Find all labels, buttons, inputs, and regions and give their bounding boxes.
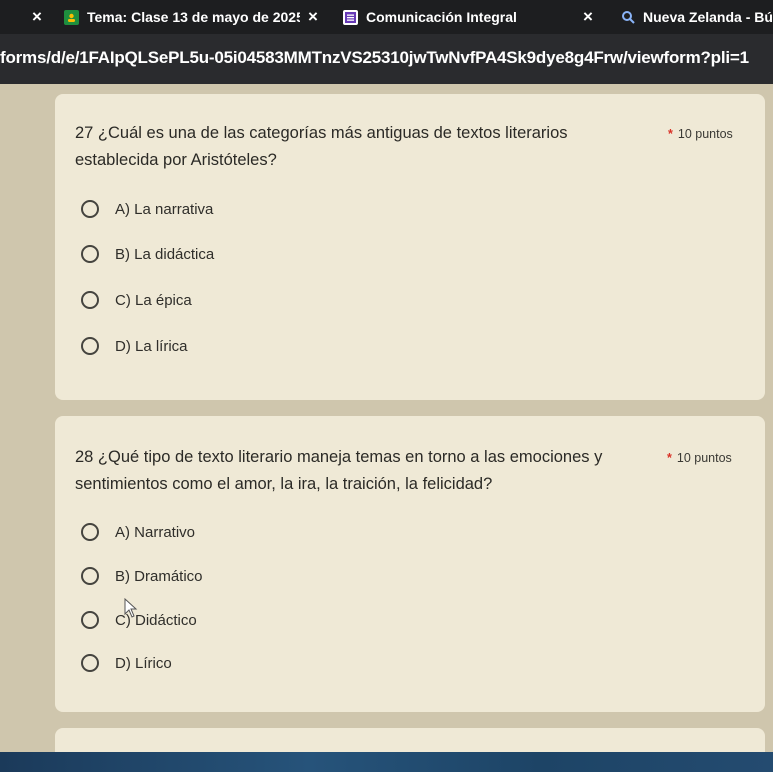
option-radio[interactable]: C) Didáctico (81, 611, 197, 629)
google-forms-icon (343, 9, 358, 25)
question-card: 28 ¿Qué tipo de texto literario maneja t… (55, 416, 765, 712)
mouse-cursor-icon (124, 597, 138, 623)
option-radio[interactable]: C) La épica (81, 291, 192, 309)
form-page: 27 ¿Cuál es una de las categorías más an… (0, 84, 773, 772)
green-classroom-icon (64, 9, 79, 25)
question-title: 27 ¿Cuál es una de las categorías más an… (75, 124, 568, 169)
radio-button[interactable] (81, 523, 99, 541)
close-tab-icon[interactable]: × (32, 5, 42, 29)
option-radio[interactable]: B) Dramático (81, 567, 203, 585)
option-label: A) Narrativo (115, 523, 196, 541)
url-text[interactable]: forms/d/e/1FAIpQLSePL5u-05i04583MMTnzVS2… (0, 48, 749, 68)
question-card: 27 ¿Cuál es una de las categorías más an… (55, 94, 765, 400)
tab-search[interactable]: Nueva Zelanda - Búsq (620, 4, 773, 30)
option-radio[interactable]: D) La lírica (81, 337, 188, 355)
radio-button[interactable] (81, 567, 99, 585)
radio-button[interactable] (81, 245, 99, 263)
option-radio[interactable]: B) La didáctica (81, 245, 214, 263)
required-mark: * (668, 127, 673, 141)
radio-button[interactable] (81, 611, 99, 629)
option-label: D) La lírica (115, 337, 188, 355)
option-radio[interactable]: A) Narrativo (81, 523, 195, 541)
tab-title: Nueva Zelanda - Búsq (643, 9, 773, 25)
tab-forms[interactable]: Comunicación Integral (343, 4, 563, 30)
tab-title: Comunicación Integral (366, 9, 517, 25)
close-tab-icon[interactable]: × (583, 5, 593, 29)
option-label: C) La épica (115, 291, 192, 309)
question-title: 28 ¿Qué tipo de texto literario maneja t… (75, 448, 603, 493)
radio-button[interactable] (81, 200, 99, 218)
browser-tab-strip: × Tema: Clase 13 de mayo de 2025 × Comun… (0, 0, 773, 34)
tab-classroom[interactable]: Tema: Clase 13 de mayo de 2025 (64, 4, 300, 30)
search-icon (620, 10, 635, 25)
taskbar (0, 752, 773, 772)
radio-button[interactable] (81, 291, 99, 309)
option-label: D) Lírico (115, 654, 172, 672)
option-label: B) Dramático (115, 567, 203, 585)
tab-title: Tema: Clase 13 de mayo de 2025 (87, 9, 300, 25)
option-radio[interactable]: D) Lírico (81, 654, 172, 672)
address-bar[interactable]: forms/d/e/1FAIpQLSePL5u-05i04583MMTnzVS2… (0, 34, 773, 84)
question-points: * 10 puntos (668, 127, 733, 141)
required-mark: * (667, 451, 672, 465)
close-tab-icon[interactable]: × (308, 5, 318, 29)
radio-button[interactable] (81, 337, 99, 355)
question-points: * 10 puntos (667, 451, 732, 465)
option-label: A) La narrativa (115, 200, 214, 218)
option-label: B) La didáctica (115, 245, 215, 263)
option-radio[interactable]: A) La narrativa (81, 200, 213, 218)
radio-button[interactable] (81, 654, 99, 672)
